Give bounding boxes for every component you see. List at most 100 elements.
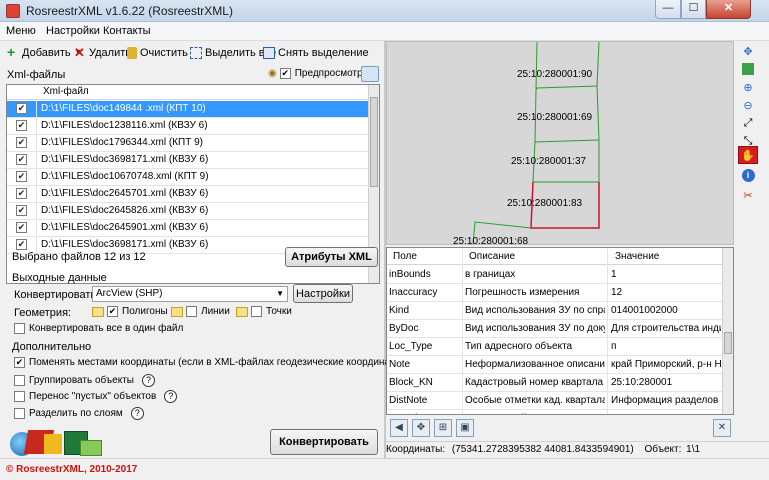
xml-file-row[interactable]: ✔ D:\1\FILES\doc149844 .xml (КПТ 10) — [7, 101, 369, 118]
info-icon[interactable]: i — [740, 167, 756, 183]
line-icon — [171, 306, 183, 317]
coordinates-bar: Координаты: (75341.2728395382 44081.8433… — [386, 441, 769, 458]
zoom-out-icon[interactable]: ⊖ — [740, 97, 756, 113]
scroll-thumb[interactable] — [370, 97, 378, 187]
field-description: Погрешность измерения — [465, 287, 580, 298]
file-checkbox[interactable]: ✔ — [16, 222, 27, 233]
file-checkbox[interactable]: ✔ — [16, 103, 27, 114]
attribute-row[interactable]: Loc_Type Тип адресного объекта п — [387, 338, 723, 356]
add-button[interactable]: + Добавить ▼ — [7, 45, 82, 60]
clear-button[interactable]: Очистить — [127, 45, 188, 60]
attribute-row[interactable]: Note Неформализованное описание край Примо… — [387, 356, 723, 374]
file-checkbox[interactable]: ✔ — [16, 205, 27, 216]
convert-button[interactable]: Конвертировать — [270, 429, 378, 455]
maximize-button[interactable]: ☐ — [681, 0, 706, 19]
coords-label: Координаты: — [386, 444, 446, 455]
preview-toggle[interactable]: ◉ ✔ Предпросмотр — [268, 68, 363, 79]
pan-icon[interactable]: ✥ — [412, 419, 430, 437]
column-header-field[interactable]: Поле — [393, 251, 417, 262]
xml-file-row[interactable]: ✔ D:\1\FILES\doc1238116.xml (КВЗУ 6) — [7, 118, 369, 135]
split-layers-option[interactable]: Разделить по слоям ? — [14, 407, 144, 420]
column-header-description[interactable]: Описание — [469, 251, 515, 262]
attribute-row[interactable]: Kind Вид использования ЗУ по справоч... 01… — [387, 302, 723, 320]
group-option[interactable]: Группировать объекты ? — [14, 374, 155, 387]
xml-file-row[interactable]: ✔ D:\1\FILES\doc1796344.xml (КПТ 9) — [7, 135, 369, 152]
minimize-button[interactable]: — — [655, 0, 681, 19]
delete-button[interactable]: ✕ Удалить — [74, 45, 131, 60]
xml-file-row[interactable]: ✔ D:\1\FILES\doc2645701.xml (КВЗУ 6) — [7, 186, 369, 203]
file-checkbox[interactable]: ✔ — [16, 137, 27, 148]
points-checkbox[interactable] — [251, 306, 262, 317]
split-layers-checkbox[interactable] — [14, 408, 25, 419]
attribute-row[interactable]: ByDoc Вид использования ЗУ по докуме... Дл… — [387, 320, 723, 338]
xml-file-row[interactable]: ✔ D:\1\FILES\doc10670748.xml (КПТ 9) — [7, 169, 369, 186]
polygons-checkbox[interactable]: ✔ — [107, 306, 118, 317]
close-preview-icon[interactable]: ✕ — [713, 419, 731, 437]
zoom-extent-icon[interactable]: ⤢ — [740, 115, 756, 131]
move-empty-option[interactable]: Перенос "пустых" объектов ? — [14, 390, 178, 403]
help-icon[interactable]: ? — [130, 407, 144, 420]
select-icon[interactable]: ▣ — [456, 419, 474, 437]
file-checkbox[interactable]: ✔ — [16, 188, 27, 199]
group-checkbox[interactable] — [14, 375, 25, 386]
field-value: край Приморский, р-н Над... — [611, 359, 721, 370]
swap-coords-option[interactable]: ✔ Поменять местами координаты (если в XM… — [14, 356, 426, 369]
settings-button[interactable]: Настройки — [293, 284, 353, 303]
map-preview[interactable]: 25:10:280001:90 25:10:280001:69 25:10:28… — [386, 41, 734, 245]
parcel-boundary-90[interactable] — [535, 42, 600, 91]
preview-checkbox[interactable]: ✔ — [279, 68, 291, 79]
field-description: Вид использования ЗУ по справоч... — [465, 305, 605, 316]
menu-item-contacts[interactable]: Контакты — [103, 25, 151, 37]
map-canvas[interactable]: 25:10:280001:90 25:10:280001:69 25:10:28… — [387, 42, 734, 245]
move-empty-checkbox[interactable] — [14, 391, 25, 402]
menu-item-menu[interactable]: Меню — [6, 25, 36, 37]
xml-file-row[interactable]: ✔ D:\1\FILES\doc2645901.xml (КВЗУ 6) — [7, 220, 369, 237]
attribute-row[interactable]: DistNote Особые отметки кад. квартала Инфо… — [387, 392, 723, 410]
help-icon[interactable]: ? — [164, 390, 178, 403]
coords-value: (75341.2728395382 44081.8433594901) — [451, 444, 634, 455]
xml-file-row[interactable]: ✔ D:\1\FILES\doc2645826.xml (КВЗУ 6) — [7, 203, 369, 220]
menu-item-settings[interactable]: Настройки — [46, 25, 100, 37]
field-description: Тип адресного объекта — [465, 341, 573, 352]
map-layers-icon[interactable] — [740, 61, 756, 77]
arrow-left-icon[interactable]: ◀ — [390, 419, 408, 437]
field-name: ByDoc — [389, 323, 419, 334]
xml-file-row[interactable]: ✔ D:\1\FILES\doc3698171.xml (КВЗУ 6) — [7, 152, 369, 169]
xml-attributes-button[interactable]: Атрибуты XML — [285, 247, 378, 267]
polygons-option[interactable]: ✔ Полигоны — [92, 306, 168, 317]
field-description: Неформализованное описание — [465, 359, 605, 370]
column-header-value[interactable]: Значение — [615, 251, 659, 262]
lines-checkbox[interactable] — [186, 306, 197, 317]
zoom-to-icon[interactable]: ⊞ — [434, 419, 452, 437]
file-path: D:\1\FILES\doc2645826.xml (КВЗУ 6) — [41, 205, 209, 216]
attribute-row[interactable]: Block_KN Кадастровый номер квартала 25:10:… — [387, 374, 723, 392]
swap-coords-checkbox[interactable]: ✔ — [14, 357, 25, 368]
pan-full-icon[interactable]: ✥ — [740, 43, 756, 59]
merge-option[interactable]: Конвертировать все в один файл — [14, 323, 183, 334]
column-header-file[interactable]: Xml-файл — [43, 86, 89, 97]
attribute-row[interactable]: Inaccuracy Погрешность измерения 12 — [387, 284, 723, 302]
format-select[interactable]: ArcView (SHP) ▼ — [92, 286, 288, 302]
file-checkbox[interactable]: ✔ — [16, 239, 27, 250]
zoom-in-icon[interactable]: ⊕ — [740, 79, 756, 95]
file-checkbox[interactable]: ✔ — [16, 171, 27, 182]
scroll-thumb[interactable] — [724, 332, 732, 354]
close-button[interactable]: ✕ — [706, 0, 751, 19]
merge-checkbox[interactable] — [14, 323, 25, 334]
hand-pan-icon[interactable]: ✋ — [738, 146, 758, 164]
attribute-table-header: Поле Описание Значение — [387, 248, 723, 265]
attribute-row[interactable]: Parcel_KN Кадастровый номер участка 25:10:… — [387, 410, 723, 414]
help-icon[interactable]: ? — [141, 374, 155, 387]
preview-panel-button[interactable] — [361, 66, 379, 82]
lines-option[interactable]: Линии — [171, 306, 230, 317]
points-option[interactable]: Точки — [236, 306, 292, 317]
file-checkbox[interactable]: ✔ — [16, 120, 27, 131]
file-checkbox[interactable]: ✔ — [16, 154, 27, 165]
eye-icon: ◉ — [268, 68, 277, 79]
measure-icon[interactable]: ✂ — [740, 187, 756, 203]
deselect-button[interactable]: Снять выделение — [263, 45, 369, 60]
attribute-row[interactable]: inBounds в границах 1 — [387, 266, 723, 284]
attribute-table[interactable]: Поле Описание Значение inBounds в граница… — [386, 247, 734, 415]
attribute-table-scrollbar[interactable] — [722, 248, 733, 414]
row-checkbox-cell: ✔ — [7, 135, 37, 152]
